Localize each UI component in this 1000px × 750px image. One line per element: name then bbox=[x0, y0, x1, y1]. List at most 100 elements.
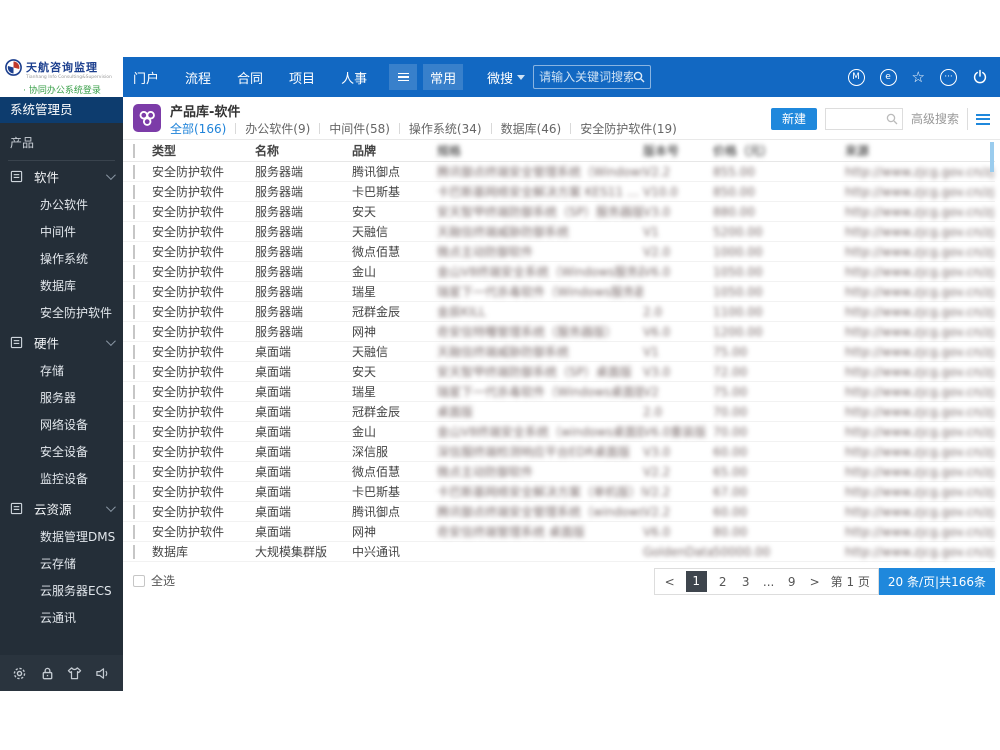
table-row[interactable]: 安全防护软件 桌面端 深信服 深信服终端检测响应平台EDR桌面版 V3.0 60.00 ht… bbox=[123, 442, 995, 462]
table-row[interactable]: 安全防护软件 桌面端 微点佰慧 微点主动防御软件 V2.2 65.00 http://www… bbox=[123, 462, 995, 482]
row-checkbox[interactable] bbox=[133, 164, 135, 179]
pager-item-5[interactable]: 9 bbox=[785, 572, 799, 592]
tab-4[interactable]: 数据库(46) bbox=[501, 120, 562, 137]
global-search-input[interactable] bbox=[539, 70, 634, 84]
pager-item-2[interactable]: 2 bbox=[716, 572, 730, 592]
oa-login-link[interactable]: · 协同办公系统登录 bbox=[5, 83, 119, 96]
pager-item-0[interactable]: < bbox=[663, 572, 677, 592]
table-row[interactable]: 安全防护软件 桌面端 网神 奇安信终端管理系统 桌面版 V6.0 80.00 http://… bbox=[123, 522, 995, 542]
table-row[interactable]: 安全防护软件 桌面端 安天 安天智甲终端防御系统（SP）桌面版 V3.0 72.00 htt… bbox=[123, 362, 995, 382]
messages-icon[interactable]: M bbox=[847, 68, 865, 86]
search-icon[interactable] bbox=[633, 71, 645, 83]
row-checkbox[interactable] bbox=[133, 204, 135, 219]
sidebar-group-0[interactable]: 软件 bbox=[0, 161, 123, 192]
sidebar-group-1[interactable]: 硬件 bbox=[0, 327, 123, 358]
cell-price: 70.00 bbox=[713, 404, 748, 419]
table-row[interactable]: 安全防护软件 服务器端 卡巴斯基 卡巴斯基网络安全解决方案 KES11 … V10.0 8… bbox=[123, 182, 995, 202]
select-all-checkbox[interactable] bbox=[133, 574, 145, 587]
table-row[interactable]: 安全防护软件 服务器端 安天 安天智甲终端防御系统（SP）服务器版 V3.0 880.00… bbox=[123, 202, 995, 222]
sidebar-item-1-2[interactable]: 网络设备 bbox=[0, 412, 123, 439]
tab-5[interactable]: 安全防护软件(19) bbox=[580, 120, 677, 137]
header-checkbox[interactable] bbox=[133, 143, 135, 158]
sidebar-item-0-0[interactable]: 办公软件 bbox=[0, 192, 123, 219]
sidebar-item-0-2[interactable]: 操作系统 bbox=[0, 246, 123, 273]
pager-item-3[interactable]: 3 bbox=[739, 572, 753, 592]
sidebar-item-1-1[interactable]: 服务器 bbox=[0, 385, 123, 412]
row-checkbox[interactable] bbox=[133, 304, 135, 319]
table-search-input[interactable] bbox=[825, 112, 882, 126]
row-checkbox[interactable] bbox=[133, 364, 135, 379]
table-row[interactable]: 安全防护软件 服务器端 冠群金辰 金辰KILL 2.0 1100.00 http://www… bbox=[123, 302, 995, 322]
row-checkbox[interactable] bbox=[133, 524, 135, 539]
favorites-star-icon[interactable]: ☆ bbox=[912, 69, 925, 85]
pager-item-6[interactable]: > bbox=[808, 572, 822, 592]
nav-item-1[interactable]: 流程 bbox=[185, 68, 211, 87]
table-row[interactable]: 安全防护软件 服务器端 网神 奇安信特種管理系统（服务器版） V6.0 1200.00 ht… bbox=[123, 322, 995, 342]
tab-0[interactable]: 全部(166) bbox=[170, 120, 226, 137]
table-row[interactable]: 安全防护软件 桌面端 天融信 天融信终端威胁防御系统 V1 75.00 http://www… bbox=[123, 342, 995, 362]
sidebar-item-1-3[interactable]: 安全设备 bbox=[0, 439, 123, 466]
power-logout-icon[interactable] bbox=[972, 69, 988, 85]
table-row[interactable]: 数据库 大规模集群版 中兴通讯 GoldenData s…50000.00 http:/… bbox=[123, 542, 995, 562]
row-checkbox[interactable] bbox=[133, 344, 135, 359]
row-checkbox[interactable] bbox=[133, 324, 135, 339]
e-service-icon[interactable]: e bbox=[879, 68, 897, 86]
nav-menu-button[interactable] bbox=[389, 64, 418, 90]
theme-shirt-icon[interactable] bbox=[67, 666, 82, 681]
pager-page-current[interactable]: 1 bbox=[685, 571, 707, 592]
sidebar-item-2-2[interactable]: 云服务器ECS bbox=[0, 578, 123, 605]
settings-gear-icon[interactable] bbox=[12, 666, 27, 681]
nav-item-0[interactable]: 门户 bbox=[133, 68, 159, 87]
sidebar-item-2-3[interactable]: 云通讯 bbox=[0, 605, 123, 632]
row-checkbox[interactable] bbox=[133, 544, 135, 559]
search-icon[interactable] bbox=[882, 113, 902, 125]
lock-icon[interactable] bbox=[40, 666, 55, 681]
row-checkbox[interactable] bbox=[133, 244, 135, 259]
advanced-search-button[interactable]: 高级搜索 bbox=[901, 108, 967, 130]
table-row[interactable]: 安全防护软件 服务器端 瑞星 瑞星下一代杀毒软件（Windows服务器版） 1050.0… bbox=[123, 282, 995, 302]
table-row[interactable]: 安全防护软件 服务器端 腾讯御点 腾讯御点终端安全管理系统（Windows版）V2.2… bbox=[123, 162, 995, 182]
table-row[interactable]: 安全防护软件 桌面端 卡巴斯基 卡巴斯基网络安全解决方案（单机版）KES11 - KS… bbox=[123, 482, 995, 502]
sidebar-item-0-4[interactable]: 安全防护软件 bbox=[0, 300, 123, 327]
nav-pinned-tab[interactable]: 常用 bbox=[423, 64, 464, 90]
table-row[interactable]: 安全防护软件 桌面端 金山 金山V8终端安全系统（windows桌面版） V6.0重装版… bbox=[123, 422, 995, 442]
list-view-icon[interactable] bbox=[976, 111, 990, 128]
nav-item-4[interactable]: 人事 bbox=[341, 68, 367, 87]
table-row[interactable]: 安全防护软件 桌面端 腾讯御点 腾讯御点终端安全管理系统（windows）V2.2V2… bbox=[123, 502, 995, 522]
row-checkbox[interactable] bbox=[133, 224, 135, 239]
row-checkbox[interactable] bbox=[133, 464, 135, 479]
more-options-icon[interactable]: ··· bbox=[940, 68, 957, 86]
tab-3[interactable]: 操作系统(34) bbox=[409, 120, 482, 137]
sidebar-item-0-1[interactable]: 中间件 bbox=[0, 219, 123, 246]
speaker-icon[interactable] bbox=[95, 666, 111, 681]
row-checkbox[interactable] bbox=[133, 424, 135, 439]
scrollbar-thumb[interactable] bbox=[990, 142, 994, 172]
sidebar-item-2-1[interactable]: 云存储 bbox=[0, 551, 123, 578]
row-checkbox[interactable] bbox=[133, 404, 135, 419]
row-checkbox[interactable] bbox=[133, 184, 135, 199]
tab-1[interactable]: 办公软件(9) bbox=[245, 120, 310, 137]
pager-item-4[interactable]: ... bbox=[762, 572, 776, 592]
page-size-badge[interactable]: 20 条/页|共166条 bbox=[878, 568, 995, 595]
nav-item-3[interactable]: 项目 bbox=[289, 68, 315, 87]
table-row[interactable]: 安全防护软件 服务器端 金山 金山V8终端安全系统（Windows服务器版）V6.0 1… bbox=[123, 262, 995, 282]
nav-item-2[interactable]: 合同 bbox=[237, 68, 263, 87]
row-checkbox[interactable] bbox=[133, 264, 135, 279]
table-row[interactable]: 安全防护软件 桌面端 瑞星 瑞星下一代杀毒软件（Windows桌面版） V2 75.00 h… bbox=[123, 382, 995, 402]
search-scope-dropdown[interactable]: 微搜 bbox=[487, 68, 526, 87]
sidebar-item-2-0[interactable]: 数据管理DMS bbox=[0, 524, 123, 551]
row-checkbox[interactable] bbox=[133, 384, 135, 399]
tab-2[interactable]: 中间件(58) bbox=[329, 120, 390, 137]
table-row[interactable]: 安全防护软件 服务器端 微点佰慧 微点主动防御软件 V2.0 1000.00 http://… bbox=[123, 242, 995, 262]
new-button[interactable]: 新建 bbox=[770, 108, 817, 130]
sidebar-item-0-3[interactable]: 数据库 bbox=[0, 273, 123, 300]
row-checkbox[interactable] bbox=[133, 504, 135, 519]
table-row[interactable]: 安全防护软件 服务器端 天融信 天融信终端威胁防御系统 V1 5200.00 http://… bbox=[123, 222, 995, 242]
sidebar-item-1-4[interactable]: 监控设备 bbox=[0, 466, 123, 493]
row-checkbox[interactable] bbox=[133, 484, 135, 499]
row-checkbox[interactable] bbox=[133, 284, 135, 299]
row-checkbox[interactable] bbox=[133, 444, 135, 459]
sidebar-group-2[interactable]: 云资源 bbox=[0, 493, 123, 524]
sidebar-item-1-0[interactable]: 存储 bbox=[0, 358, 123, 385]
table-row[interactable]: 安全防护软件 桌面端 冠群金辰 桌面版 2.0 70.00 http://www.zjcg.… bbox=[123, 402, 995, 422]
